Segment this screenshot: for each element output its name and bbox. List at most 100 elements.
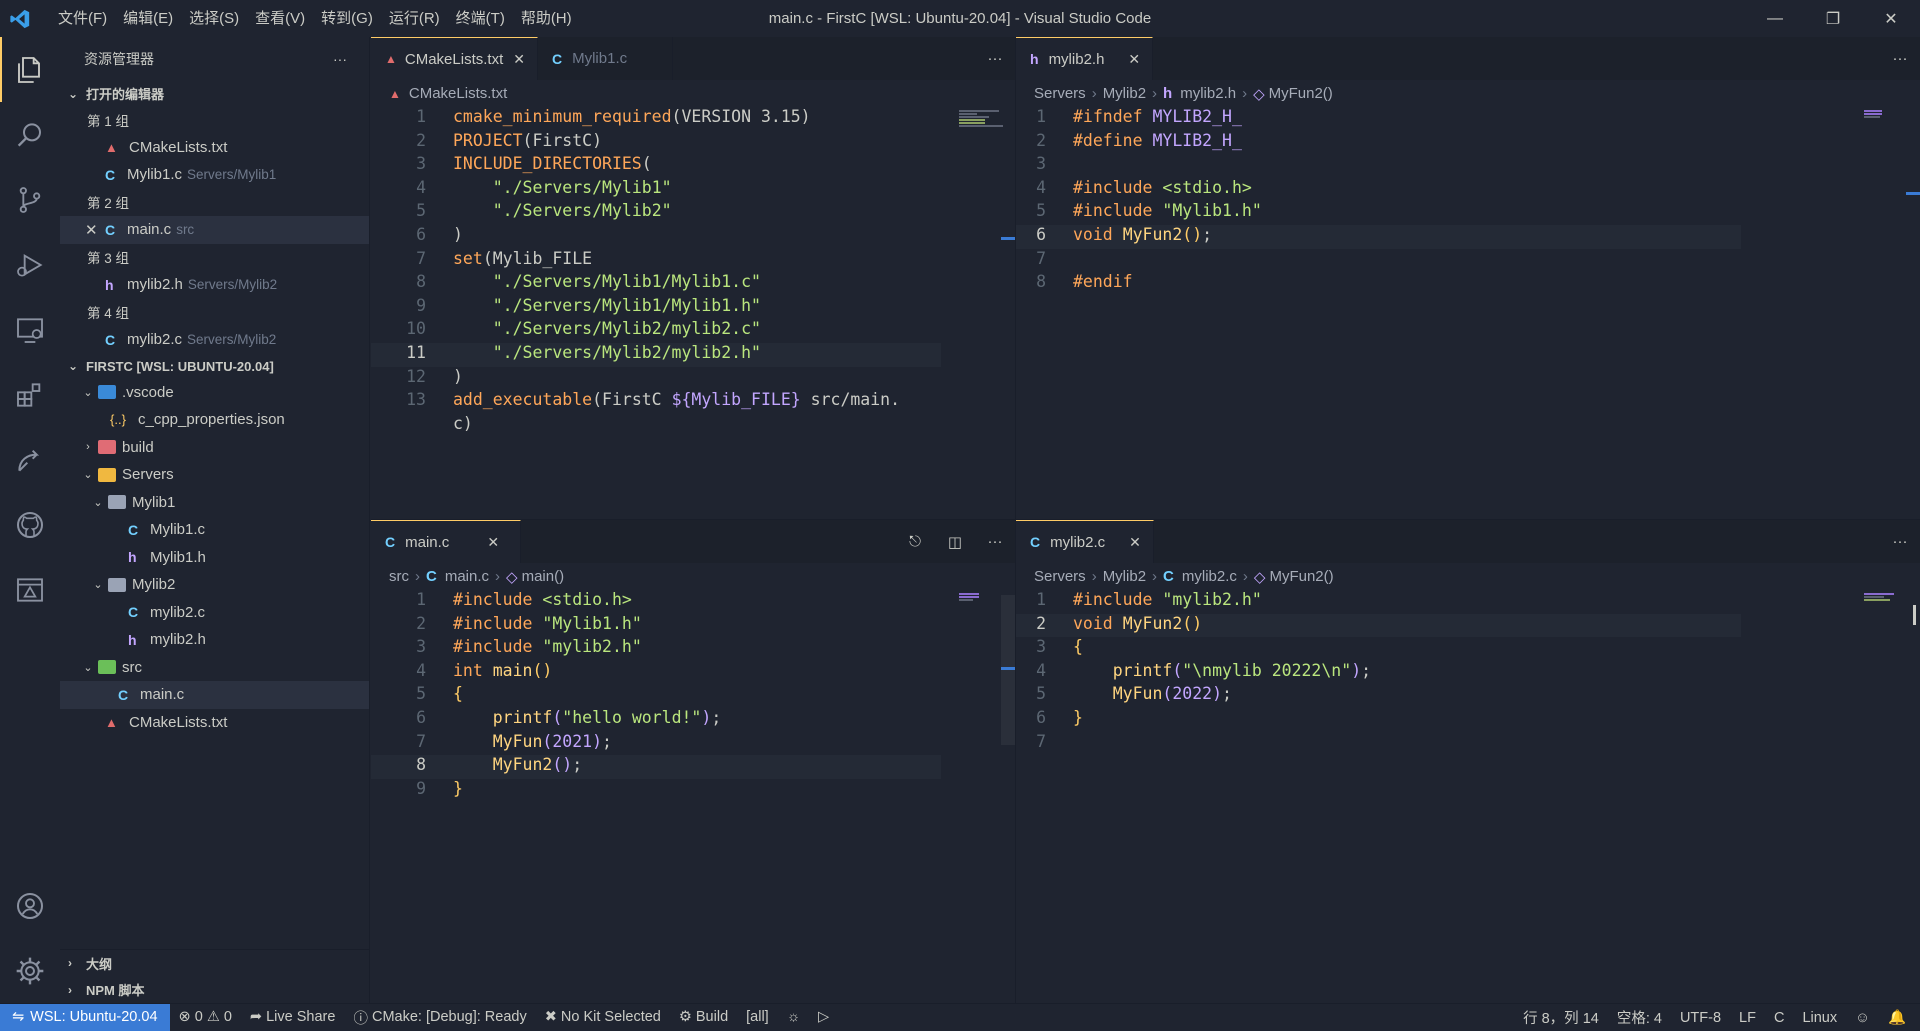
tree-folder-mylib1[interactable]: ⌄ Mylib1 xyxy=(60,489,369,517)
breadcrumb-item[interactable]: Mylib2 xyxy=(1103,85,1146,102)
breadcrumb-item[interactable]: CMakeLists.txt xyxy=(409,85,507,102)
more-actions-icon[interactable]: ··· xyxy=(1880,50,1920,67)
cmake-icon[interactable] xyxy=(0,557,60,622)
run-button[interactable]: ▷ xyxy=(809,1009,838,1025)
tab-cmakelists[interactable]: ▲ CMakeLists.txt ✕ xyxy=(371,37,538,80)
close-icon[interactable]: ✕ xyxy=(1128,51,1140,68)
menu-file[interactable]: 文件(F) xyxy=(50,0,115,37)
build-target[interactable]: [all] xyxy=(737,1009,778,1025)
tree-file[interactable]: C Mylib1.c xyxy=(60,516,369,544)
open-editor-item[interactable]: ✕ Cmain.c src xyxy=(60,216,369,244)
more-actions-icon[interactable]: ··· xyxy=(975,533,1015,550)
build-button[interactable]: ⚙ Build xyxy=(670,1009,737,1025)
line-ending[interactable]: LF xyxy=(1730,1010,1765,1026)
tab-mylib2c[interactable]: Cmylib2.c ✕ xyxy=(1016,520,1154,563)
run-debug-icon[interactable] xyxy=(0,232,60,297)
menu-selection[interactable]: 选择(S) xyxy=(181,0,247,37)
menu-view[interactable]: 查看(V) xyxy=(247,0,313,37)
cmake-status[interactable]: ⓘ CMake: [Debug]: Ready xyxy=(344,1007,535,1028)
settings-gear-icon[interactable] xyxy=(0,938,60,1003)
tree-file[interactable]: h mylib2.h xyxy=(60,626,369,654)
open-editor-item[interactable]: h mylib2.h Servers/Mylib2 xyxy=(60,271,369,299)
minimap[interactable] xyxy=(959,109,1007,128)
more-actions-icon[interactable]: ··· xyxy=(333,51,347,67)
tree-folder-vscode[interactable]: ⌄ .vscode xyxy=(60,379,369,407)
breadcrumb-item[interactable]: Servers xyxy=(1034,85,1086,102)
indentation[interactable]: 空格: 4 xyxy=(1608,1007,1671,1028)
minimize-button[interactable]: — xyxy=(1746,0,1804,37)
breadcrumb-item[interactable]: mylib2.c xyxy=(1182,568,1237,585)
tab-mainc[interactable]: Cmain.c ✕ xyxy=(371,520,521,563)
restore-button[interactable]: ❐ xyxy=(1804,0,1862,37)
open-editors-section[interactable]: ⌄ 打开的编辑器 xyxy=(60,81,369,106)
outline-section[interactable]: › 大纲 xyxy=(60,949,370,976)
close-icon[interactable]: ✕ xyxy=(85,221,105,239)
tree-file[interactable]: ▲ CMakeLists.txt xyxy=(60,709,369,737)
menu-edit[interactable]: 编辑(E) xyxy=(115,0,181,37)
npm-scripts-section[interactable]: › NPM 脚本 xyxy=(60,976,370,1003)
close-icon[interactable]: ✕ xyxy=(513,51,525,68)
tab-mylib2h[interactable]: h mylib2.h ✕ xyxy=(1016,37,1154,80)
search-icon[interactable] xyxy=(0,102,60,167)
breadcrumb-item[interactable]: mylib2.h xyxy=(1180,85,1236,102)
tree-folder-servers[interactable]: ⌄ Servers xyxy=(60,461,369,489)
pane-divider[interactable] xyxy=(371,519,1920,520)
github-icon[interactable] xyxy=(0,492,60,557)
code-editor[interactable]: 1 cmake_minimum_required(VERSION 3.15) 2P… xyxy=(371,107,1015,437)
tree-file-selected[interactable]: Cmain.c xyxy=(60,681,369,709)
cursor-position[interactable]: 行 8，列 14 xyxy=(1514,1007,1608,1028)
tree-file[interactable]: {..} c_cpp_properties.json xyxy=(60,406,369,434)
pane-divider[interactable] xyxy=(1015,37,1016,1003)
open-editor-item[interactable]: C Mylib1.c Servers/Mylib1 xyxy=(60,161,369,189)
feedback-button[interactable]: ☺ xyxy=(1846,1010,1879,1026)
vertical-scrollbar[interactable] xyxy=(1001,595,1015,745)
run-build-icon[interactable]: ⎋ xyxy=(895,533,935,550)
breadcrumb-item[interactable]: main() xyxy=(522,568,565,585)
code-editor[interactable]: 1 #include <stdio.h> 2 #include "Mylib1.h"… xyxy=(371,590,1015,802)
minimap[interactable] xyxy=(1864,109,1912,119)
breadcrumb-item[interactable]: MyFun2() xyxy=(1269,85,1333,102)
tree-folder-build[interactable]: › build xyxy=(60,434,369,462)
close-icon[interactable]: ✕ xyxy=(487,534,499,551)
extensions-icon[interactable] xyxy=(0,362,60,427)
breadcrumb-item[interactable]: Servers xyxy=(1034,568,1086,585)
tree-file[interactable]: h Mylib1.h xyxy=(60,544,369,572)
kit-selector[interactable]: ✖ No Kit Selected xyxy=(536,1009,670,1025)
source-control-icon[interactable] xyxy=(0,167,60,232)
more-actions-icon[interactable]: ··· xyxy=(1880,533,1920,550)
split-editor-icon[interactable]: ◫ xyxy=(935,533,975,551)
menu-terminal[interactable]: 终端(T) xyxy=(448,0,513,37)
breadcrumb-item[interactable]: MyFun2() xyxy=(1269,568,1333,585)
open-editor-item[interactable]: Cmylib2.c Servers/Mylib2 xyxy=(60,326,369,354)
breadcrumb-item[interactable]: src xyxy=(389,568,409,585)
tree-file[interactable]: Cmylib2.c xyxy=(60,599,369,627)
workspace-section[interactable]: ⌄ FIRSTC [WSL: UBUNTU-20.04] xyxy=(60,354,369,379)
accounts-icon[interactable] xyxy=(0,873,60,938)
more-actions-icon[interactable]: ··· xyxy=(975,50,1015,67)
explorer-icon[interactable] xyxy=(0,37,60,102)
open-editor-item[interactable]: ▲ CMakeLists.txt xyxy=(60,134,369,162)
minimap[interactable] xyxy=(959,592,1007,602)
breadcrumb-item[interactable]: Mylib2 xyxy=(1103,568,1146,585)
minimap[interactable] xyxy=(1864,592,1912,602)
tab-mylib1c[interactable]: C Mylib1.c xyxy=(538,37,673,80)
menu-help[interactable]: 帮助(H) xyxy=(513,0,580,37)
tree-folder-mylib2[interactable]: ⌄ Mylib2 xyxy=(60,571,369,599)
code-editor[interactable]: 1 #ifndef MYLIB2_H_ 2 #define MYLIB2_H_ 3 … xyxy=(1016,107,1895,296)
remote-explorer-icon[interactable] xyxy=(0,297,60,362)
problems-indicator[interactable]: ⊗ 0 ⚠ 0 xyxy=(170,1009,241,1025)
menu-run[interactable]: 运行(R) xyxy=(381,0,448,37)
menu-go[interactable]: 转到(G) xyxy=(313,0,381,37)
debug-button[interactable]: ☼ xyxy=(778,1009,809,1025)
tree-folder-src[interactable]: ⌄ src xyxy=(60,654,369,682)
notifications-button[interactable]: 🔔 xyxy=(1879,1009,1920,1026)
live-share-button[interactable]: ➦ Live Share xyxy=(241,1009,345,1025)
close-button[interactable]: ✕ xyxy=(1862,0,1920,37)
language-mode[interactable]: C xyxy=(1765,1010,1793,1026)
code-editor[interactable]: 1 #include "mylib2.h" 2 void MyFun2() 3{ 4… xyxy=(1016,590,1895,755)
close-icon[interactable]: ✕ xyxy=(1129,534,1141,551)
platform[interactable]: Linux xyxy=(1793,1010,1846,1026)
live-share-icon[interactable] xyxy=(0,427,60,492)
encoding[interactable]: UTF-8 xyxy=(1671,1010,1730,1026)
breadcrumb-item[interactable]: main.c xyxy=(445,568,489,585)
